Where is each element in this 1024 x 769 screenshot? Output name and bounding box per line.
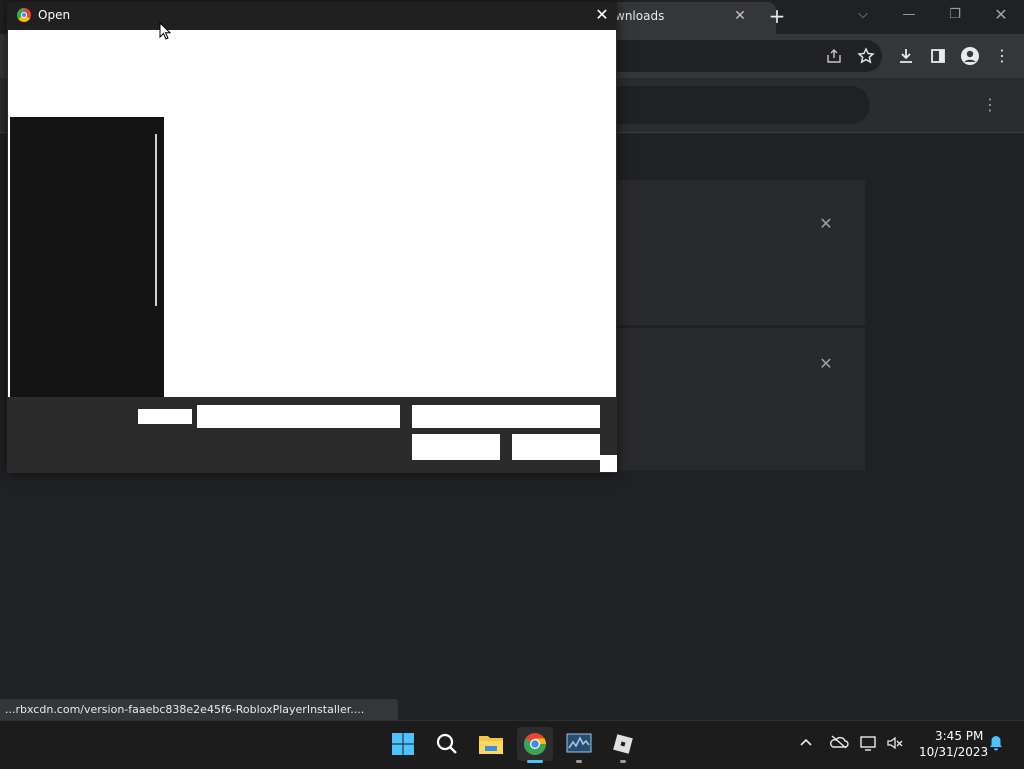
dialog-navigation-pane[interactable] [10, 117, 164, 397]
nav-scrollbar[interactable] [155, 134, 157, 306]
running-app-indicator [620, 760, 626, 763]
file-name-label [138, 409, 192, 424]
tab-search-icon[interactable]: ⌵ [848, 4, 878, 26]
remove-download-icon[interactable]: ✕ [816, 354, 836, 374]
task-manager-button[interactable] [561, 727, 597, 761]
open-button[interactable] [412, 434, 500, 460]
remove-download-icon[interactable]: ✕ [816, 214, 836, 234]
onedrive-icon[interactable] [829, 735, 849, 753]
roblox-icon [613, 734, 633, 754]
mouse-cursor-icon [159, 22, 171, 40]
show-hidden-icons-icon[interactable] [797, 735, 815, 753]
network-icon[interactable] [860, 735, 878, 753]
tab-title: wnloads [615, 9, 665, 23]
window-close-button[interactable]: ✕ [986, 4, 1016, 26]
bookmark-star-icon[interactable] [854, 44, 878, 68]
task-manager-icon [566, 733, 592, 753]
file-type-select[interactable] [412, 405, 600, 428]
file-explorer-button[interactable] [473, 727, 509, 761]
search-icon [436, 733, 457, 754]
page-menu-icon[interactable]: ⋮ [980, 93, 1000, 117]
chrome-taskbar-button[interactable] [517, 727, 553, 761]
minimize-button[interactable]: — [894, 4, 924, 26]
notification-bell-icon[interactable] [987, 735, 1005, 753]
clock-date[interactable]: 10/31/2023 [919, 745, 988, 759]
download-card [610, 328, 865, 470]
side-panel-icon[interactable] [926, 44, 950, 68]
download-card [610, 180, 865, 325]
chrome-icon [524, 733, 546, 755]
new-tab-button[interactable]: + [766, 5, 788, 27]
profile-icon[interactable] [958, 44, 982, 68]
dialog-address-area [8, 30, 616, 117]
share-icon[interactable] [822, 44, 846, 68]
download-icon[interactable] [894, 44, 918, 68]
volume-muted-icon[interactable] [886, 735, 904, 753]
running-app-indicator [576, 760, 582, 763]
status-url: ...rbxcdn.com/version-faaebc838e2e45f6-R… [5, 703, 365, 716]
dialog-title: Open [38, 8, 71, 22]
restore-button[interactable]: ❐ [940, 4, 970, 26]
active-app-indicator [527, 760, 543, 763]
tab-close-icon[interactable]: ✕ [730, 6, 750, 26]
dialog-titlebar[interactable] [7, 2, 617, 30]
roblox-button[interactable] [605, 727, 641, 761]
search-button[interactable] [429, 727, 465, 761]
cancel-button[interactable] [512, 434, 600, 460]
chrome-logo-center [21, 12, 27, 18]
file-name-input[interactable] [197, 405, 400, 428]
folder-icon [479, 736, 503, 754]
dialog-close-icon[interactable]: ✕ [592, 5, 612, 25]
windows-logo-icon [392, 733, 414, 755]
clock-time[interactable]: 3:45 PM [935, 729, 983, 743]
start-button[interactable] [385, 727, 421, 761]
downloads-search[interactable] [610, 86, 870, 124]
dialog-file-list[interactable] [164, 117, 616, 397]
resize-grip[interactable] [600, 455, 617, 472]
menu-icon[interactable]: ⋮ [990, 44, 1014, 68]
